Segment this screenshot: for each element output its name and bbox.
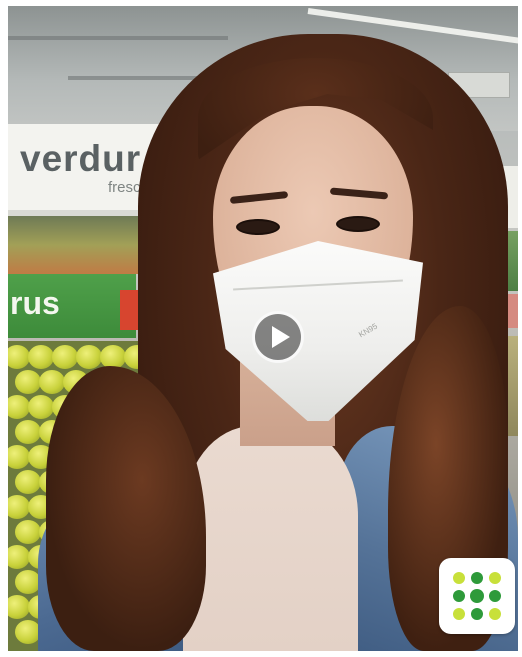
lemon [28, 395, 54, 419]
lemon [8, 395, 30, 419]
produce-shelf [8, 216, 158, 274]
lemon [8, 595, 30, 619]
green-sign-text: rus [10, 285, 60, 321]
video-player[interactable]: verdur fresc rus KN95 [8, 6, 518, 651]
lemon [15, 370, 41, 394]
logo-dot [453, 608, 465, 620]
lemon [8, 545, 30, 569]
play-icon [271, 326, 290, 348]
logo-dot [489, 608, 501, 620]
video-frame: verdur fresc rus KN95 [0, 0, 522, 657]
shirt [183, 426, 358, 651]
lemon [15, 520, 41, 544]
lemon [39, 370, 65, 394]
logo-dot [453, 572, 465, 584]
logo-dot [471, 608, 483, 620]
left-eye [236, 219, 280, 235]
logo-dot [489, 590, 501, 602]
banner-text: verdur [20, 138, 142, 179]
lemon [15, 420, 41, 444]
lemon [8, 495, 30, 519]
lemon [8, 445, 30, 469]
logo-dot [471, 572, 483, 584]
logo-dot [489, 572, 501, 584]
lemon [8, 345, 30, 369]
lemon [76, 345, 102, 369]
right-eye [336, 216, 380, 232]
banner-subtext: fresc [108, 179, 141, 196]
play-button[interactable] [252, 311, 304, 363]
lemon [15, 470, 41, 494]
brand-logo[interactable] [439, 558, 515, 634]
lemon [28, 345, 54, 369]
logo-dot [453, 590, 465, 602]
lemon [52, 345, 78, 369]
logo-dot [470, 589, 484, 603]
